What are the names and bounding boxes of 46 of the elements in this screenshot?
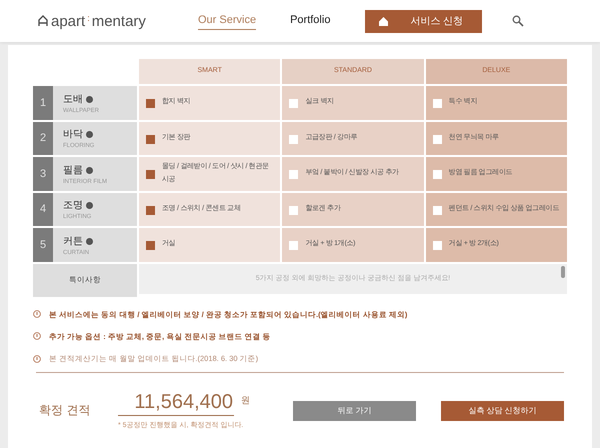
row-number: 1 — [33, 86, 53, 120]
info-icon — [33, 310, 41, 318]
info-icon — [33, 332, 41, 340]
row-number: 5 — [33, 228, 53, 262]
estimate-label: 확정 견적 — [39, 402, 92, 420]
checkbox[interactable] — [432, 134, 442, 144]
estimate-amount: 11,564,400 — [118, 389, 234, 416]
info-icon — [33, 354, 41, 363]
checkbox[interactable] — [432, 170, 442, 180]
checkbox[interactable] — [432, 99, 442, 108]
checkbox[interactable] — [146, 170, 155, 180]
category-name: 도배 — [63, 92, 83, 107]
info-icon[interactable] — [86, 131, 93, 138]
checkbox[interactable] — [289, 206, 298, 215]
checkbox[interactable] — [289, 241, 298, 250]
row-number: 4 — [33, 192, 53, 226]
info-icon[interactable] — [86, 166, 93, 174]
category-name: 커튼 — [63, 234, 83, 249]
scrollbar-thumb[interactable] — [561, 266, 565, 278]
checkbox[interactable] — [432, 206, 442, 215]
checkbox[interactable] — [289, 170, 298, 180]
checkbox[interactable] — [146, 134, 155, 144]
checkbox[interactable] — [146, 206, 155, 215]
checkbox[interactable] — [146, 99, 155, 108]
info-icon[interactable] — [86, 202, 93, 210]
checkbox[interactable] — [432, 241, 442, 250]
home-icon — [379, 16, 388, 26]
logo[interactable]: apart:mentary — [38, 14, 148, 28]
consult-button[interactable]: 실측 상담 신청하기 — [441, 401, 564, 422]
info-icon[interactable] — [86, 96, 93, 103]
apply-button[interactable]: 서비스 신청 — [365, 10, 482, 32]
row-number: 2 — [33, 122, 53, 155]
nav-link[interactable]: Portfolio — [290, 12, 330, 30]
checkbox[interactable] — [289, 134, 298, 144]
checkbox[interactable] — [289, 99, 298, 108]
row-number: 3 — [33, 157, 53, 190]
checkbox[interactable] — [146, 241, 155, 250]
category-name: 필름 — [63, 164, 83, 178]
search-icon[interactable] — [512, 15, 524, 27]
category-name: 바닥 — [63, 128, 83, 142]
house-icon — [38, 15, 48, 27]
back-button[interactable]: 뒤로 가기 — [293, 401, 416, 422]
currency-unit: 원 — [241, 394, 250, 407]
category-name: 조명 — [63, 199, 83, 214]
nav-link[interactable]: Our Service — [198, 12, 256, 30]
info-icon[interactable] — [86, 238, 93, 245]
